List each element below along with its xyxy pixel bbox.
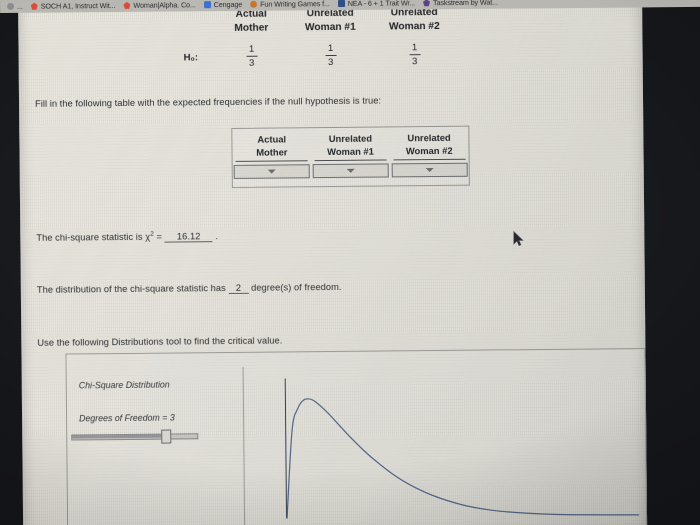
- distribution-title: Chi-Square Distribution: [78, 379, 170, 391]
- fraction-bar: [409, 54, 421, 56]
- statistic-prefix: The chi-square statistic is χ: [36, 231, 151, 243]
- expected-col2-line2: Woman #1: [327, 145, 374, 157]
- statistic-equals: =: [156, 231, 163, 242]
- tab-title: SOCH A1, Instruct Wit...: [40, 0, 116, 11]
- mouse-pointer-icon: [513, 230, 524, 247]
- null-hypothesis-label: H₀:: [183, 52, 199, 64]
- expected-col3-header: Unrelated Woman #2: [406, 132, 453, 157]
- fraction-numerator: 1: [248, 43, 255, 55]
- expected-col1-line2: Mother: [256, 145, 288, 158]
- browser-tab-4[interactable]: Fun Writing Games f...: [247, 0, 335, 11]
- browser-tab-3[interactable]: Cengage: [201, 0, 248, 11]
- fraction-numerator: 1: [411, 42, 418, 54]
- expected-frequencies-table: Actual Mother Unrelated Woman #1 Unrelat…: [231, 125, 470, 188]
- distributions-tool-panel: Chi-Square Distribution Degrees of Freed…: [65, 347, 648, 525]
- hypothesis-col2-fraction: 1 3: [286, 43, 374, 69]
- chevron-down-icon: [425, 168, 434, 173]
- expected-col3-dropdown[interactable]: [391, 162, 468, 178]
- instruction-text: Fill in the following table with the exp…: [35, 95, 382, 109]
- expected-col1-dropdown[interactable]: [233, 164, 311, 179]
- expected-col1-header: Actual Mother: [256, 133, 287, 158]
- expected-col2-line1: Unrelated: [328, 132, 373, 145]
- tab-title: Fun Writing Games f...: [260, 0, 330, 9]
- assignment-content: Actual Mother Unrelated Woman #1 Unrelat…: [18, 0, 648, 525]
- expected-column-3: Unrelated Woman #2: [390, 127, 469, 186]
- tab-title: ...: [17, 1, 23, 11]
- column-rule: [235, 160, 308, 162]
- hypothesis-col3-fraction: 1 3: [370, 42, 458, 68]
- expected-col2-dropdown[interactable]: [312, 163, 389, 179]
- fraction-bar: [325, 54, 337, 57]
- column-rule: [314, 159, 387, 162]
- hypothesis-column-1-header: Actual Mother: [214, 7, 288, 35]
- chevron-down-icon: [346, 168, 355, 173]
- expected-col3-line2: Woman #2: [405, 144, 453, 156]
- slider-thumb[interactable]: [161, 429, 172, 444]
- chevron-down-icon: [268, 169, 277, 174]
- hypothesis-col1-line2: Mother: [234, 22, 269, 34]
- df-prefix: The distribution of the chi-square stati…: [36, 283, 226, 295]
- fraction-denominator: 3: [411, 56, 418, 68]
- chi-square-value-field[interactable]: 16.12: [164, 231, 213, 243]
- hypothesis-column-2-header: Unrelated Woman #1: [286, 7, 374, 35]
- hypothesis-col2-line2: Woman #1: [304, 21, 356, 33]
- favicon-icon: [203, 1, 211, 9]
- favicon-icon: [423, 0, 430, 6]
- fraction-denominator: 3: [327, 56, 334, 69]
- favicon-icon: [7, 2, 15, 10]
- df-suffix: degree(s) of freedom.: [251, 281, 342, 293]
- degrees-of-freedom-line: The distribution of the chi-square stati…: [37, 282, 342, 296]
- browser-page: Actual Mother Unrelated Woman #1 Unrelat…: [18, 0, 648, 525]
- photographed-screen: Actual Mother Unrelated Woman #1 Unrelat…: [0, 0, 700, 525]
- browser-tab-2[interactable]: Woman|Alpha. Co...: [120, 0, 200, 12]
- chi-square-distribution-plot: [243, 363, 647, 525]
- fraction-denominator: 3: [248, 57, 255, 69]
- tool-intro-text: Use the following Distributions tool to …: [37, 335, 283, 348]
- tab-title: Taskstream by Wat...: [433, 0, 498, 8]
- tab-title: Cengage: [213, 0, 243, 10]
- browser-tab-1[interactable]: SOCH A1, Instruct Wit...: [28, 0, 121, 13]
- chi-square-density-curve: [286, 398, 640, 519]
- browser-tab-6[interactable]: Taskstream by Wat...: [420, 0, 503, 9]
- favicon-icon: [250, 0, 258, 8]
- hypothesis-column-3-header: Unrelated Woman #2: [370, 6, 458, 34]
- expected-column-2: Unrelated Woman #1: [311, 127, 390, 186]
- hypothesis-col3-line2: Woman #2: [388, 20, 440, 32]
- fraction-bar: [246, 55, 258, 57]
- degrees-of-freedom-slider[interactable]: [71, 429, 199, 444]
- tab-title: Woman|Alpha. Co...: [133, 0, 196, 10]
- expected-col3-line1: Unrelated: [407, 131, 451, 144]
- column-rule: [393, 158, 466, 161]
- df-value-field[interactable]: 2: [228, 282, 249, 294]
- statistic-suffix: .: [215, 231, 218, 242]
- chi-square-statistic-line: The chi-square statistic is χ2 = 16.12 .: [36, 230, 218, 244]
- favicon-icon: [31, 3, 38, 10]
- browser-tab-5[interactable]: NEA - 6 + 1 Trait Wr...: [335, 0, 420, 10]
- statistic-exponent: 2: [150, 230, 154, 238]
- favicon-icon: [123, 2, 130, 9]
- tab-title: NEA - 6 + 1 Trait Wr...: [347, 0, 416, 8]
- expected-col1-line1: Actual: [257, 133, 287, 145]
- degrees-of-freedom-label: Degrees of Freedom = 3: [79, 412, 175, 424]
- expected-col2-header: Unrelated Woman #1: [327, 133, 374, 158]
- browser-tab-0[interactable]: ...: [4, 0, 28, 13]
- favicon-icon: [337, 0, 345, 8]
- fraction-numerator: 1: [327, 42, 334, 55]
- expected-column-1: Actual Mother: [232, 128, 311, 187]
- hypothesis-col1-fraction: 1 3: [214, 43, 288, 69]
